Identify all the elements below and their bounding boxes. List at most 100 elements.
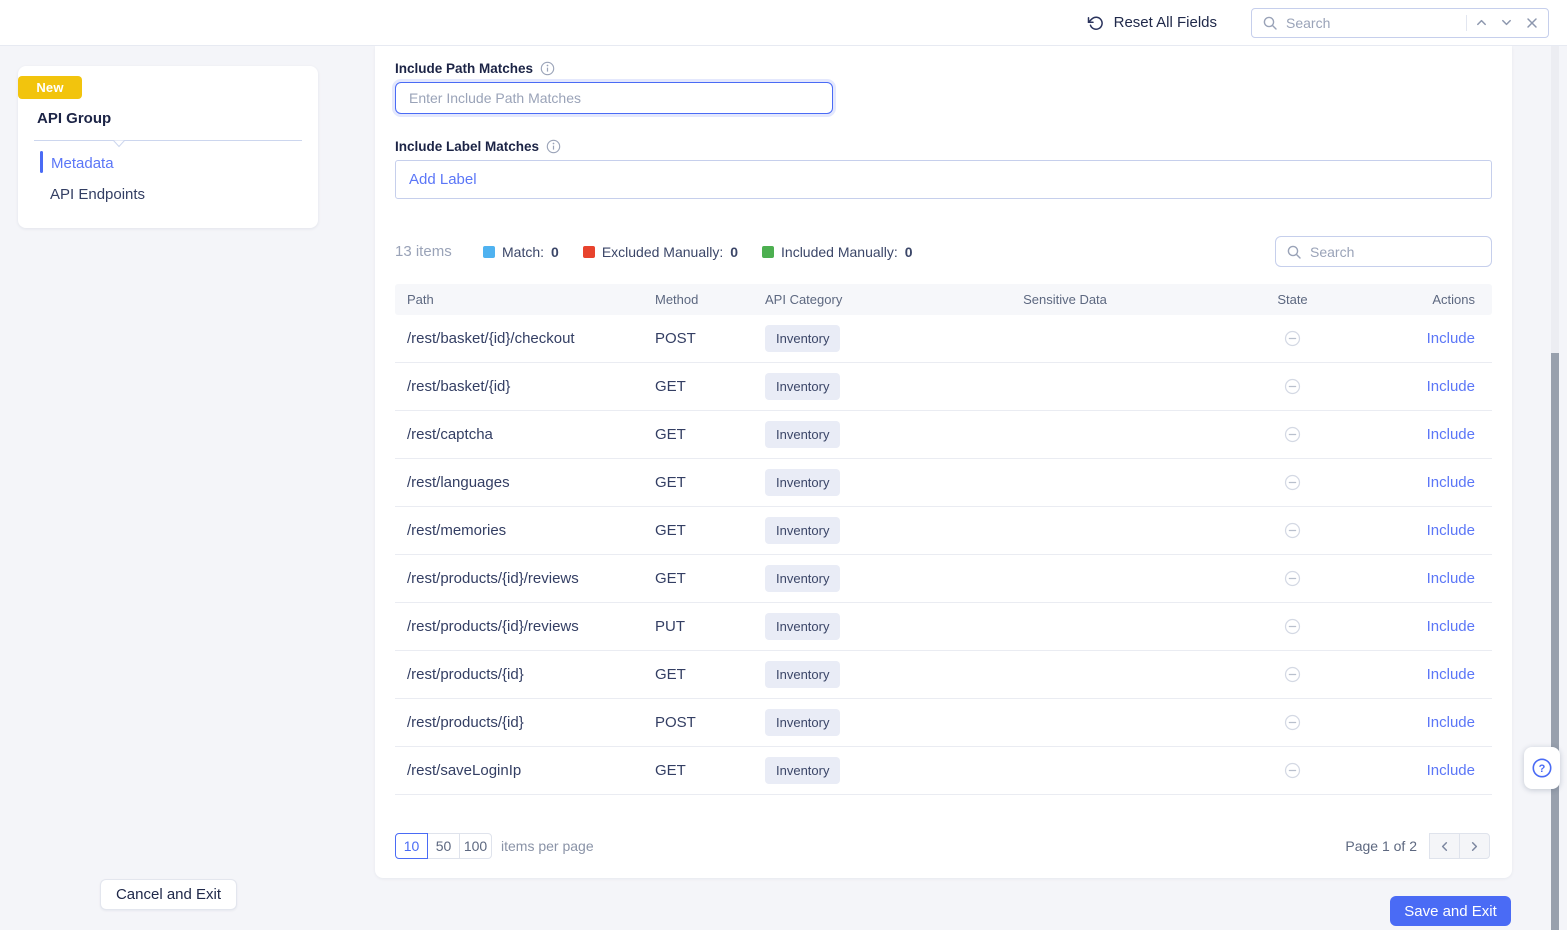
active-item-indicator xyxy=(40,151,43,173)
api-endpoints-panel: Include Path Matches Include Label Match… xyxy=(375,46,1512,878)
included-swatch xyxy=(762,246,774,258)
include-link[interactable]: Include xyxy=(1427,714,1475,731)
include-link[interactable]: Include xyxy=(1427,618,1475,635)
include-link[interactable]: Include xyxy=(1427,378,1475,395)
row-method: POST xyxy=(655,330,765,347)
row-path: /rest/basket/{id} xyxy=(395,378,655,395)
previous-page-button[interactable] xyxy=(1429,833,1460,859)
row-api-category: Inventory xyxy=(765,757,905,784)
include-link[interactable]: Include xyxy=(1427,474,1475,491)
page-navigation: Page 1 of 2 xyxy=(1345,833,1490,859)
divider-caret-icon xyxy=(112,140,126,148)
page-size-100-button[interactable]: 100 xyxy=(459,833,492,859)
label-matches-container: Add Label xyxy=(395,160,1492,199)
state-minus-circle-icon[interactable] xyxy=(1284,570,1301,587)
info-icon[interactable] xyxy=(540,61,555,76)
include-path-matches-input[interactable] xyxy=(395,82,833,114)
include-label-matches-label-row: Include Label Matches xyxy=(395,139,561,154)
search-prev-button[interactable] xyxy=(1469,10,1494,36)
row-method: GET xyxy=(655,570,765,587)
row-method: PUT xyxy=(655,618,765,635)
api-category-badge: Inventory xyxy=(765,661,840,688)
page-size-10-button[interactable]: 10 xyxy=(395,833,428,859)
next-page-button[interactable] xyxy=(1459,833,1490,859)
include-link[interactable]: Include xyxy=(1427,570,1475,587)
table-row: /rest/basket/{id} GET Inventory Include xyxy=(395,363,1492,411)
include-link[interactable]: Include xyxy=(1427,666,1475,683)
include-link[interactable]: Include xyxy=(1427,522,1475,539)
legend-match: Match: 0 xyxy=(483,244,559,260)
reset-all-fields-button[interactable]: Reset All Fields xyxy=(1087,14,1217,32)
table-search-input[interactable] xyxy=(1310,244,1491,260)
row-state xyxy=(1225,426,1360,443)
items-count: 13 items xyxy=(395,243,453,260)
scrollbar-thumb[interactable] xyxy=(1551,353,1559,930)
table-search-box xyxy=(1275,236,1492,267)
state-minus-circle-icon[interactable] xyxy=(1284,666,1301,683)
api-group-nav-card: New API Group Metadata API Endpoints xyxy=(18,66,318,228)
row-method: GET xyxy=(655,378,765,395)
include-link[interactable]: Include xyxy=(1427,426,1475,443)
search-close-button[interactable] xyxy=(1519,10,1544,36)
state-minus-circle-icon[interactable] xyxy=(1284,330,1301,347)
legend-match-count: 0 xyxy=(551,244,559,260)
info-icon[interactable] xyxy=(546,139,561,154)
row-method: GET xyxy=(655,522,765,539)
row-actions: Include xyxy=(1360,378,1492,395)
state-minus-circle-icon[interactable] xyxy=(1284,426,1301,443)
endpoints-table: Path Method API Category Sensitive Data … xyxy=(395,284,1492,795)
row-path: /rest/products/{id}/reviews xyxy=(395,570,655,587)
include-path-matches-label-row: Include Path Matches xyxy=(395,61,555,76)
column-header-actions: Actions xyxy=(1360,292,1492,307)
save-and-exit-button[interactable]: Save and Exit xyxy=(1390,896,1511,926)
row-state xyxy=(1225,618,1360,635)
state-minus-circle-icon[interactable] xyxy=(1284,714,1301,731)
state-minus-circle-icon[interactable] xyxy=(1284,762,1301,779)
row-path: /rest/saveLoginIp xyxy=(395,762,655,779)
sidebar-item-metadata[interactable]: Metadata xyxy=(51,155,114,172)
state-legend: Match: 0 Excluded Manually: 0 Included M… xyxy=(483,244,913,260)
table-row: /rest/memories GET Inventory Include xyxy=(395,507,1492,555)
legend-excluded-manually: Excluded Manually: 0 xyxy=(583,244,738,260)
global-search-input[interactable] xyxy=(1286,15,1464,31)
svg-text:?: ? xyxy=(1539,763,1546,775)
state-minus-circle-icon[interactable] xyxy=(1284,474,1301,491)
row-path: /rest/languages xyxy=(395,474,655,491)
state-minus-circle-icon[interactable] xyxy=(1284,522,1301,539)
page-size-50-button[interactable]: 50 xyxy=(427,833,460,859)
row-state xyxy=(1225,474,1360,491)
row-actions: Include xyxy=(1360,714,1492,731)
row-actions: Include xyxy=(1360,426,1492,443)
api-category-badge: Inventory xyxy=(765,757,840,784)
legend-included-count: 0 xyxy=(905,244,913,260)
reset-all-fields-label: Reset All Fields xyxy=(1114,14,1217,31)
table-row: /rest/basket/{id}/checkout POST Inventor… xyxy=(395,315,1492,363)
state-minus-circle-icon[interactable] xyxy=(1284,378,1301,395)
row-actions: Include xyxy=(1360,762,1492,779)
api-category-badge: Inventory xyxy=(765,373,840,400)
state-minus-circle-icon[interactable] xyxy=(1284,618,1301,635)
column-header-path: Path xyxy=(395,292,655,307)
sidebar-divider xyxy=(34,140,302,141)
row-method: GET xyxy=(655,474,765,491)
table-row: /rest/products/{id}/reviews PUT Inventor… xyxy=(395,603,1492,651)
api-group-title: API Group xyxy=(37,110,111,127)
cancel-and-exit-button[interactable]: Cancel and Exit xyxy=(100,879,237,910)
include-link[interactable]: Include xyxy=(1427,762,1475,779)
legend-included-manually: Included Manually: 0 xyxy=(762,244,913,260)
row-state xyxy=(1225,378,1360,395)
search-icon xyxy=(1262,15,1278,31)
api-category-badge: Inventory xyxy=(765,613,840,640)
legend-included-label: Included Manually: xyxy=(781,244,898,260)
help-button[interactable]: ? xyxy=(1524,747,1560,789)
row-method: GET xyxy=(655,762,765,779)
include-link[interactable]: Include xyxy=(1427,330,1475,347)
search-next-button[interactable] xyxy=(1494,10,1519,36)
row-path: /rest/memories xyxy=(395,522,655,539)
sidebar-item-api-endpoints[interactable]: API Endpoints xyxy=(50,186,145,203)
top-bar: Reset All Fields xyxy=(0,0,1567,46)
row-api-category: Inventory xyxy=(765,661,905,688)
add-label-button[interactable]: Add Label xyxy=(409,171,477,188)
table-row: /rest/captcha GET Inventory Include xyxy=(395,411,1492,459)
column-header-sensitive-data: Sensitive Data xyxy=(905,292,1225,307)
